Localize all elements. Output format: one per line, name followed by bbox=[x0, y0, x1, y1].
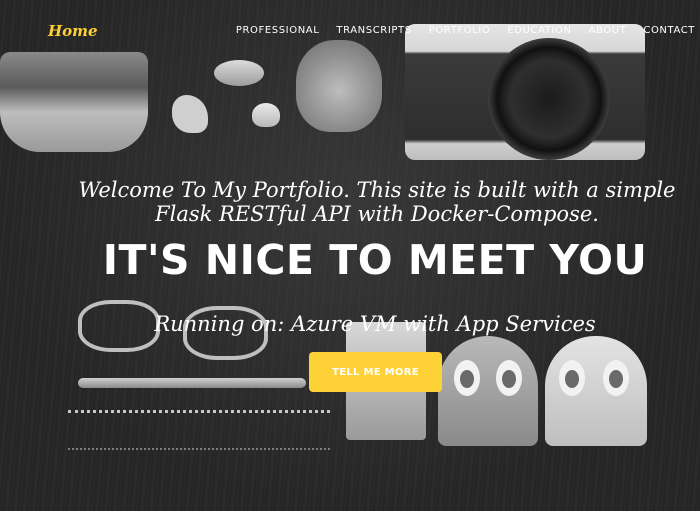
nav-link-about[interactable]: ABOUT bbox=[589, 25, 627, 36]
brand-home-link[interactable]: Home bbox=[48, 22, 98, 40]
ghost-eye bbox=[496, 360, 522, 396]
hero-heading: IT'S NICE TO MEET YOU bbox=[102, 236, 648, 284]
decorative-sword bbox=[78, 378, 306, 388]
welcome-line-2: Flask RESTful API with Docker-Compose. bbox=[155, 202, 599, 226]
decorative-fish bbox=[214, 60, 264, 86]
nav-link-contact[interactable]: CONTACT bbox=[643, 25, 695, 36]
decorative-ghost-left bbox=[438, 336, 538, 446]
nav-link-professional[interactable]: PROFESSIONAL bbox=[236, 25, 320, 36]
decorative-coral-small bbox=[172, 95, 208, 133]
decorative-bracelet bbox=[68, 410, 330, 450]
decorative-ghost-right bbox=[545, 336, 647, 446]
ghost-eye bbox=[603, 360, 629, 396]
nav-link-portfolio[interactable]: PORTFOLIO bbox=[429, 25, 491, 36]
welcome-line-1: Welcome To My Portfolio. This site is bu… bbox=[78, 178, 676, 202]
running-on-text: Running on: Azure VM with App Services bbox=[154, 312, 596, 336]
tell-me-more-button[interactable]: TELL ME MORE bbox=[309, 352, 442, 392]
welcome-text: Welcome To My Portfolio. This site is bu… bbox=[40, 178, 700, 226]
decorative-shell bbox=[252, 103, 280, 127]
decorative-pot bbox=[0, 52, 148, 152]
hero-section: Home PROFESSIONAL TRANSCRIPTS PORTFOLIO … bbox=[0, 0, 700, 511]
nav-link-education[interactable]: EDUCATION bbox=[507, 25, 571, 36]
navbar: Home PROFESSIONAL TRANSCRIPTS PORTFOLIO … bbox=[0, 0, 700, 60]
ghost-eye bbox=[454, 360, 480, 396]
nav-links: PROFESSIONAL TRANSCRIPTS PORTFOLIO EDUCA… bbox=[219, 25, 695, 36]
ghost-eye bbox=[559, 360, 585, 396]
nav-link-transcripts[interactable]: TRANSCRIPTS bbox=[336, 25, 411, 36]
